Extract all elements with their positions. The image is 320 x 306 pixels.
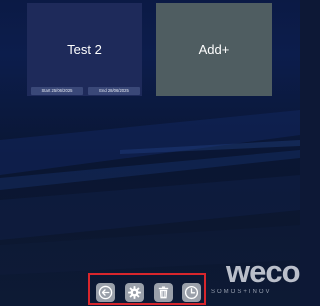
history-button[interactable] — [182, 283, 201, 302]
back-arrow-icon — [98, 285, 113, 300]
clock-icon — [184, 285, 199, 300]
test-card-title: Test 2 — [67, 42, 102, 57]
brand-logo: weco — [226, 254, 301, 289]
add-card[interactable]: Add+ — [156, 3, 272, 96]
trash-icon — [158, 286, 169, 299]
settings-button[interactable] — [125, 283, 144, 302]
back-button[interactable] — [96, 283, 115, 302]
start-date-badge: Start 25/06/2025 — [31, 87, 83, 95]
test-card[interactable]: Test 2 Start 25/06/2025 End 28/06/2025 — [27, 3, 142, 96]
add-card-title: Add+ — [198, 42, 230, 57]
delete-button[interactable] — [154, 283, 173, 302]
brand-tagline: SOMOS+INOV — [211, 289, 272, 295]
action-toolbar — [88, 273, 206, 305]
end-date-badge: End 28/06/2025 — [88, 87, 140, 95]
gear-icon — [128, 286, 141, 299]
